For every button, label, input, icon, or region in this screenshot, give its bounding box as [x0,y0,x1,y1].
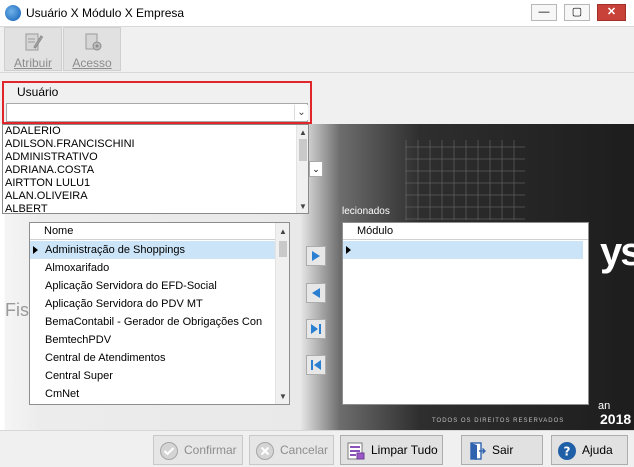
grid-scrollbar[interactable]: ▲ ▼ [275,223,289,404]
background-rights-text: TODOS OS DIREITOS RESERVADOS [432,418,565,424]
arrow-right-end-icon [311,324,321,334]
arrow-right-icon [312,251,320,261]
arrow-left-icon [312,288,320,298]
usuario-combobox[interactable]: ⌄ [6,103,308,122]
scroll-down-icon[interactable]: ▼ [277,390,289,402]
access-icon [85,33,102,51]
table-row[interactable]: CmNet [30,385,276,403]
usuario-dropdown-button[interactable]: ⌄ [294,105,308,120]
cancel-icon [256,442,274,460]
ajuda-button[interactable]: ? Ajuda [551,435,628,465]
remove-all-button[interactable] [306,355,326,375]
table-row[interactable]: Administração de Shoppings [30,241,276,259]
cancelar-button[interactable]: Cancelar [249,435,334,465]
table-row[interactable]: Aplicação Servidora do EFD-Social [30,277,276,295]
confirmar-button[interactable]: Confirmar [153,435,243,465]
bottom-button-bar: Confirmar Cancelar Limpar Tudo Sair ? Aj… [0,430,634,467]
close-button[interactable]: ✕ [597,4,626,21]
usuario-option[interactable]: AIRTTON LULU1 [5,177,295,190]
ajuda-label: Ajuda [582,443,613,457]
row-indicator-icon [346,246,351,254]
available-modules-grid: Nome Administração de Shoppings Almoxari… [29,222,290,405]
table-row[interactable]: Aplicação Servidora do PDV MT [30,295,276,313]
maximize-icon: ▢ [571,6,583,18]
atribuir-button[interactable]: Atribuir [4,27,62,71]
scroll-down-icon[interactable]: ▼ [297,200,308,212]
sair-button[interactable]: Sair [461,435,543,465]
confirmar-label: Confirmar [184,443,237,457]
add-selected-button[interactable] [306,246,326,266]
table-row[interactable]: Central de Atendimentos [30,349,276,367]
table-row[interactable]: BemaContabil - Gerador de Obrigações Con [30,313,276,331]
sair-label: Sair [492,443,514,457]
arrow-left-end-icon [311,360,321,370]
background-building-art [405,140,525,220]
usuario-label: Usuário [17,85,59,99]
acesso-button[interactable]: Acesso [63,27,121,71]
table-row[interactable]: BemtechPDV [30,331,276,349]
grid-header[interactable]: Nome [30,223,289,240]
background-text-fis: Fis [5,300,29,320]
usuario-option[interactable]: ADILSON.FRANCISCHINI [5,138,295,151]
chevron-down-icon: ⌄ [297,107,306,118]
assign-icon [25,33,43,51]
limpar-tudo-label: Limpar Tudo [371,443,438,457]
scroll-up-icon[interactable]: ▲ [277,225,289,237]
help-icon: ? [558,442,576,460]
row-indicator-icon [33,246,38,254]
atribuir-label: Atribuir [13,56,52,70]
remove-selected-button[interactable] [306,283,326,303]
acesso-label: Acesso [72,56,112,70]
toolbar: Atribuir Acesso [0,27,634,73]
exit-door-icon [470,442,486,460]
limpar-tudo-button[interactable]: Limpar Tudo [340,435,443,465]
minimize-icon: — [538,6,550,18]
usuario-option[interactable]: ALBERT [5,203,295,213]
app-icon [5,5,21,21]
table-row[interactable] [343,241,583,259]
title-bar: Usuário X Módulo X Empresa — ▢ ✕ [0,0,634,27]
dropdown-scroll-thumb[interactable] [299,139,307,161]
selecionados-caption: lecionados [342,206,390,217]
minimize-button[interactable]: — [531,4,557,21]
table-row[interactable]: Almoxarifado [30,259,276,277]
dropdown-scrollbar[interactable]: ▲ ▼ [296,125,308,213]
clear-list-icon [347,442,365,460]
column-header-modulo: Módulo [357,225,394,237]
usuario-option[interactable]: ADALERIO [5,125,295,138]
add-all-button[interactable] [306,319,326,339]
empresa-combo-arrow[interactable]: ⌄ [309,161,323,177]
check-icon [160,442,178,460]
usuario-option[interactable]: ADRIANA.COSTA [5,164,295,177]
scroll-up-icon[interactable]: ▲ [297,126,308,138]
maximize-button[interactable]: ▢ [564,4,590,21]
selected-modules-grid: Módulo [342,222,589,405]
svg-text:?: ? [564,445,571,459]
window-title: Usuário X Módulo X Empresa [26,6,185,20]
column-header-nome: Nome [44,225,74,237]
close-icon: ✕ [606,6,617,18]
background-text-ys: ys [600,230,634,274]
usuario-group: Usuário ⌄ [2,81,312,124]
usuario-option[interactable]: ALAN.OLIVEIRA [5,190,295,203]
background-text-year: 2018 [600,411,632,427]
cancelar-label: Cancelar [280,443,329,457]
grid-header[interactable]: Módulo [343,223,588,240]
grid-scroll-thumb[interactable] [279,241,287,257]
chevron-down-icon: ⌄ [312,163,320,174]
table-row[interactable]: Central Super [30,367,276,385]
usuario-option[interactable]: ADMINISTRATIVO [5,151,295,164]
usuario-dropdown-list: ADALERIO ADILSON.FRANCISCHINI ADMINISTRA… [2,124,309,214]
